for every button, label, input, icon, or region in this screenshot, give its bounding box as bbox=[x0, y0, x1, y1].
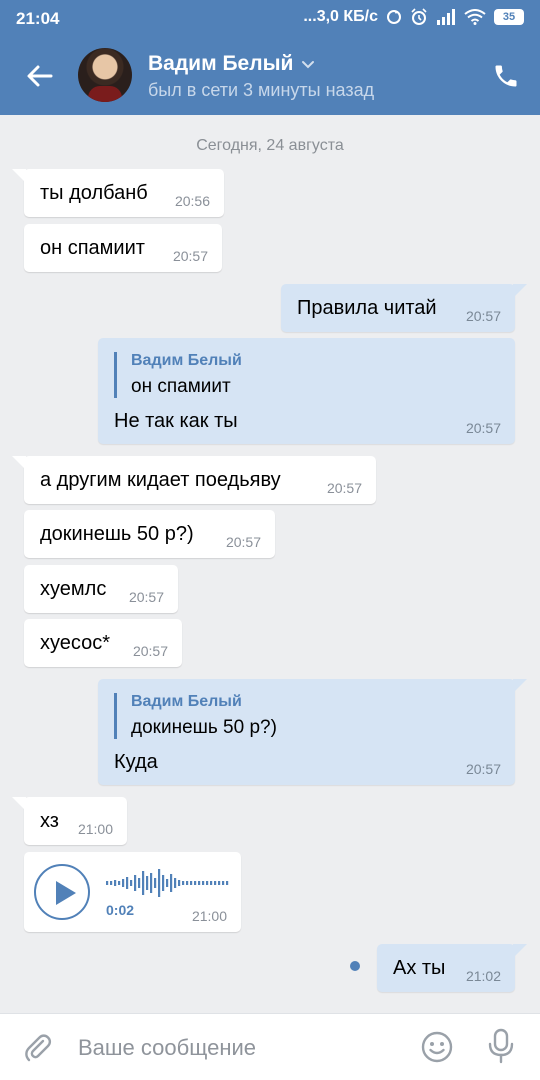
quoted-text: он спамиит bbox=[131, 376, 231, 397]
message-text: хуесос* bbox=[40, 632, 111, 654]
alarm-icon bbox=[411, 8, 427, 25]
message-text: Не так как ты bbox=[114, 410, 238, 432]
bubble-tail bbox=[513, 679, 527, 693]
unread-indicator bbox=[350, 961, 360, 971]
message-time: 20:56 bbox=[174, 193, 210, 209]
bubble-tail bbox=[12, 456, 26, 470]
message-time: 21:00 bbox=[191, 908, 227, 924]
wifi-icon bbox=[464, 9, 486, 25]
message-time: 20:57 bbox=[465, 761, 501, 777]
chevron-down-icon bbox=[302, 61, 315, 69]
avatar[interactable] bbox=[78, 48, 132, 102]
message-bubble-incoming[interactable]: хуесос* 20:57 bbox=[24, 619, 182, 667]
message-bubble-incoming[interactable]: хуемлс 20:57 bbox=[24, 565, 178, 613]
back-arrow-icon[interactable] bbox=[24, 60, 56, 92]
message-time: 20:57 bbox=[172, 248, 208, 264]
emoji-icon[interactable] bbox=[420, 1030, 454, 1064]
message-input[interactable] bbox=[78, 1028, 398, 1068]
quoted-author: Вадим Белый bbox=[131, 352, 242, 369]
contact-name-button[interactable]: Вадим Белый bbox=[148, 52, 315, 76]
status-icons: ...3,0 КБ/с 35 bbox=[303, 8, 524, 26]
message-input-bar bbox=[0, 1013, 540, 1080]
bubble-tail bbox=[12, 169, 26, 183]
message-text: хуемлс bbox=[40, 578, 107, 600]
message-bubble-outgoing[interactable]: Правила читай 20:57 bbox=[281, 284, 527, 332]
sync-icon bbox=[387, 10, 401, 24]
status-bar: 21:04 ...3,0 КБ/с 35 bbox=[0, 0, 540, 38]
contact-name: Вадим Белый bbox=[148, 52, 294, 75]
bubble-tail bbox=[513, 284, 527, 298]
status-time: 21:04 bbox=[16, 9, 60, 28]
phone-icon[interactable] bbox=[492, 62, 520, 90]
chat-header: Вадим Белый был в сети 3 минуты назад bbox=[0, 38, 540, 115]
play-button[interactable] bbox=[34, 864, 90, 920]
message-bubble-incoming[interactable]: он спамиит 20:57 bbox=[24, 224, 222, 272]
message-text: докинешь 50 р?) bbox=[40, 523, 194, 545]
message-time: 20:57 bbox=[326, 480, 362, 496]
message-text: Ах ты bbox=[393, 957, 446, 979]
voice-message-bubble[interactable]: 0:02 21:00 bbox=[24, 852, 241, 932]
quoted-text: докинешь 50 р?) bbox=[131, 717, 277, 738]
message-time: 20:57 bbox=[465, 308, 501, 324]
message-time: 20:57 bbox=[128, 589, 164, 605]
quoted-message[interactable]: Вадим Белый докинешь 50 р?) bbox=[114, 693, 277, 739]
message-bubble-incoming[interactable]: хз 21:00 bbox=[12, 797, 127, 845]
message-bubble-incoming[interactable]: докинешь 50 р?) 20:57 bbox=[24, 510, 275, 558]
message-text: Правила читай bbox=[297, 297, 437, 319]
message-text: он спамиит bbox=[40, 237, 145, 259]
bubble-tail bbox=[513, 944, 527, 958]
message-bubble-incoming[interactable]: ты долбанб 20:56 bbox=[12, 169, 224, 217]
message-time: 21:00 bbox=[77, 821, 113, 837]
message-text: а другим кидает поедьяву bbox=[40, 469, 281, 491]
date-separator: Сегодня, 24 августа bbox=[196, 137, 344, 154]
bubble-tail bbox=[12, 797, 26, 811]
message-bubble-incoming[interactable]: а другим кидает поедьяву 20:57 bbox=[12, 456, 376, 504]
microphone-icon[interactable] bbox=[484, 1028, 518, 1064]
message-bubble-outgoing[interactable]: Ах ты 21:02 bbox=[377, 944, 527, 992]
message-text: хз bbox=[40, 810, 59, 832]
network-speed: ...3,0 КБ/с bbox=[303, 8, 378, 25]
waveform-icon bbox=[106, 869, 229, 897]
message-text: ты долбанб bbox=[40, 182, 148, 204]
message-bubble-outgoing-reply[interactable]: Вадим Белый он спамиит Не так как ты 20:… bbox=[98, 338, 515, 444]
contact-status: был в сети 3 минуты назад bbox=[148, 80, 375, 100]
message-bubble-outgoing-reply[interactable]: Вадим Белый докинешь 50 р?) Куда 20:57 bbox=[98, 679, 527, 785]
signal-icon bbox=[437, 9, 455, 25]
message-time: 20:57 bbox=[132, 643, 168, 659]
paperclip-icon[interactable] bbox=[22, 1032, 54, 1064]
message-time: 21:02 bbox=[465, 968, 501, 984]
quoted-message[interactable]: Вадим Белый он спамиит bbox=[114, 352, 242, 398]
voice-duration: 0:02 bbox=[106, 902, 135, 918]
message-text: Куда bbox=[114, 751, 158, 773]
quoted-author: Вадим Белый bbox=[131, 693, 242, 710]
message-time: 20:57 bbox=[225, 534, 261, 550]
message-time: 20:57 bbox=[465, 420, 501, 436]
battery-icon: 35 bbox=[494, 9, 524, 25]
